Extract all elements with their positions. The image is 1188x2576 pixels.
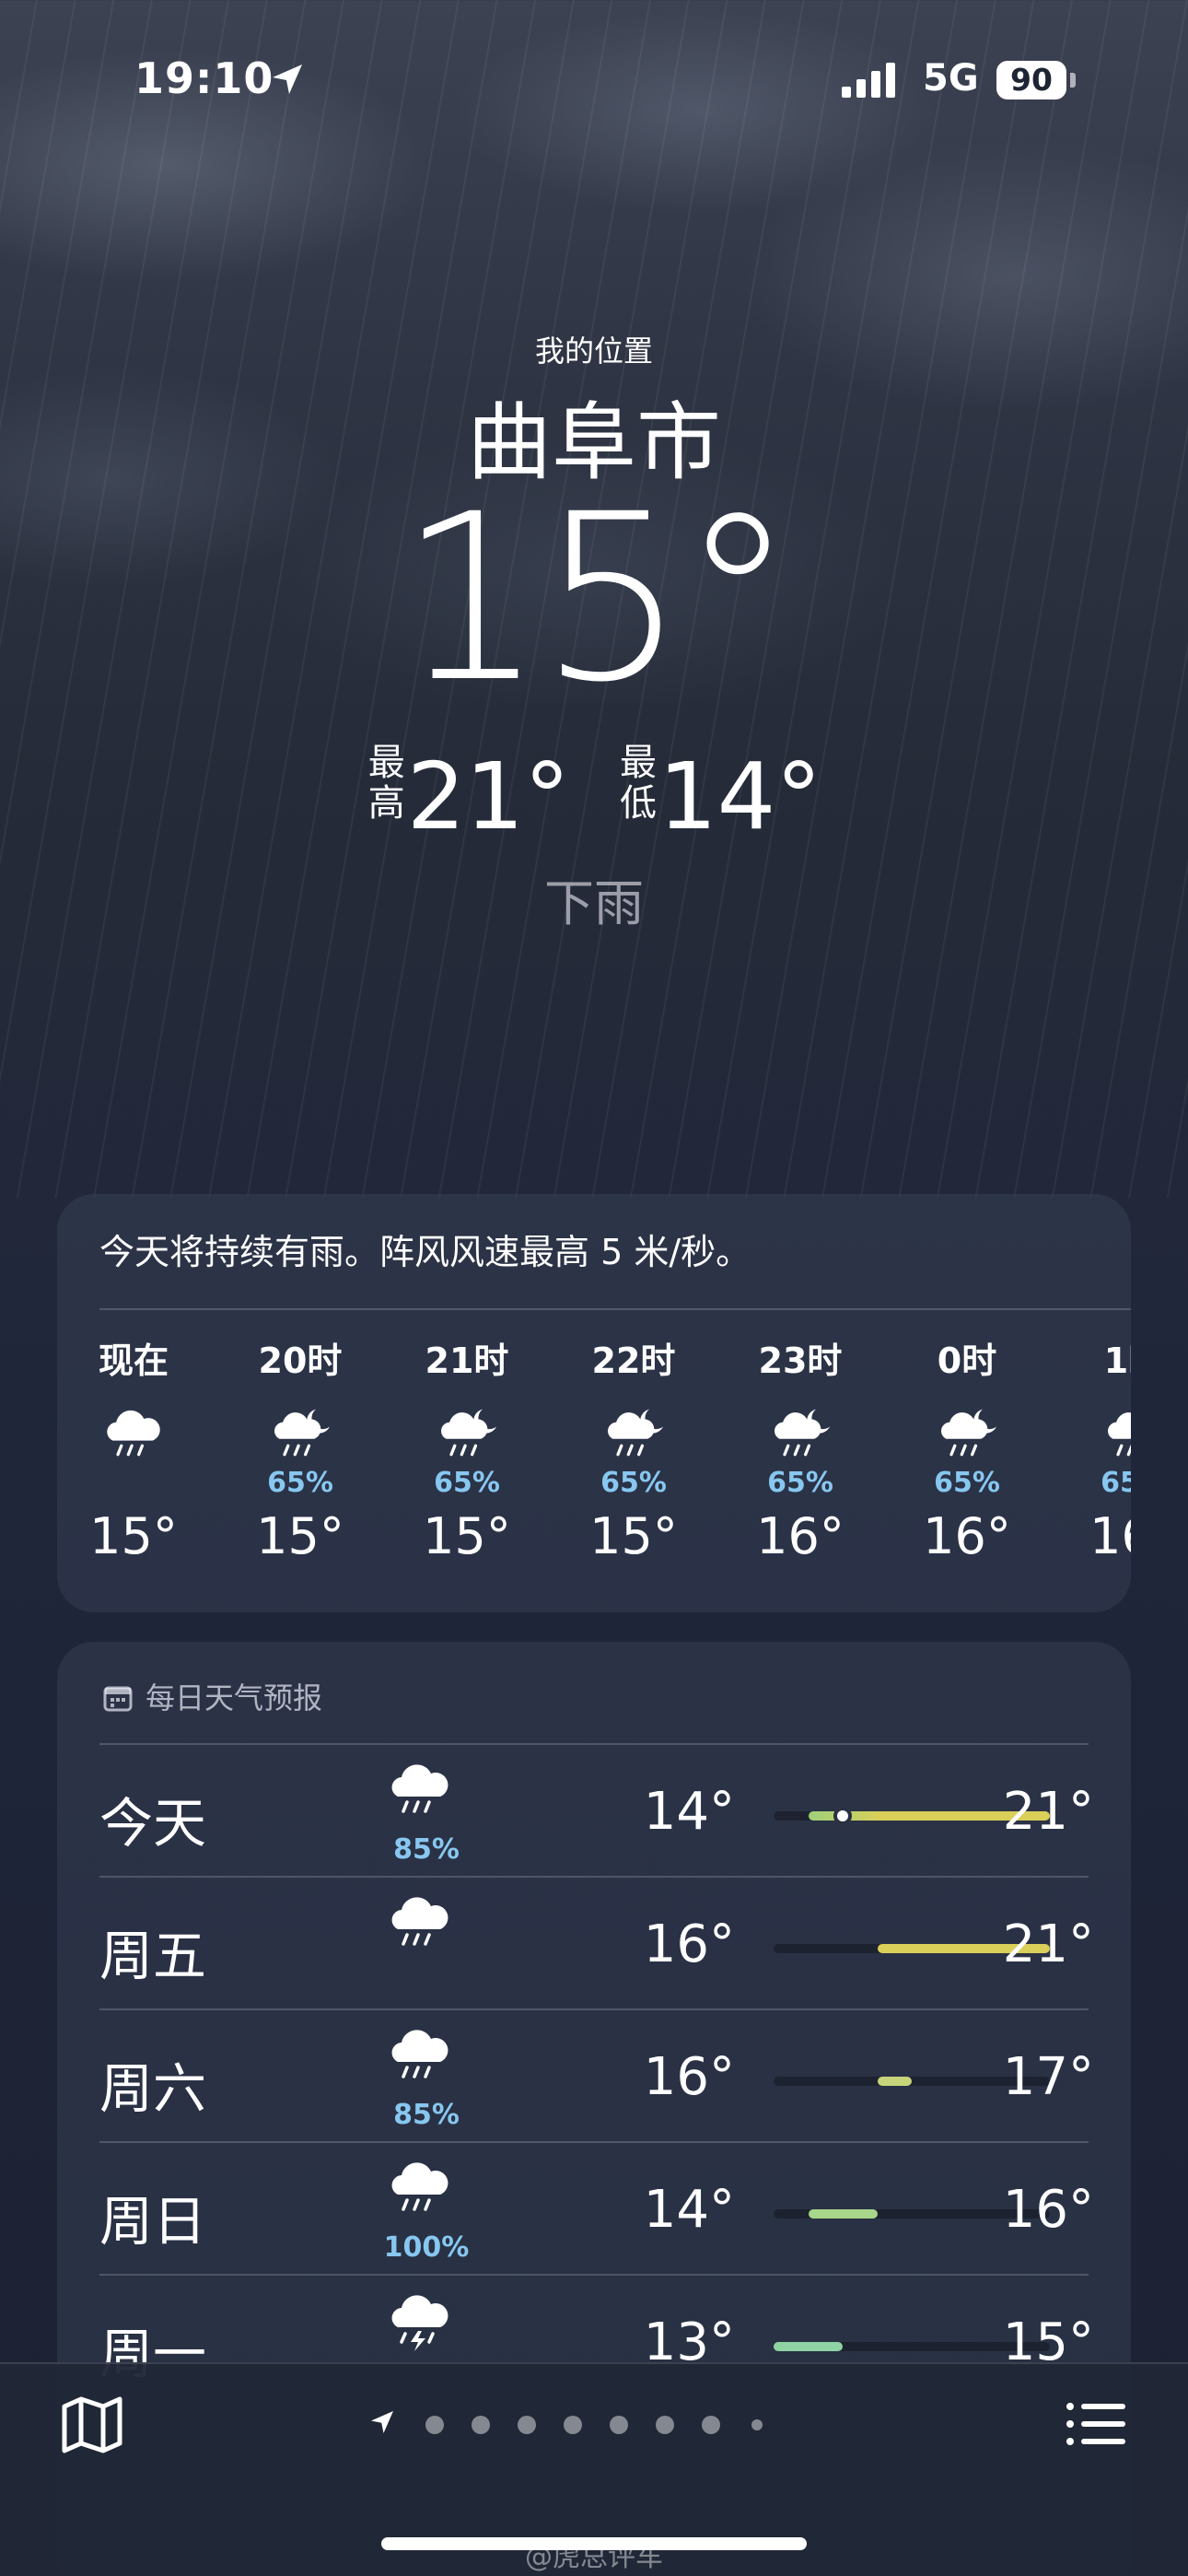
precipitation-chance xyxy=(57,1467,212,1500)
precipitation-chance: 65% xyxy=(934,1467,1000,1499)
hourly-item: 23时 65% 16° xyxy=(722,1332,879,1565)
current-temperature-dot xyxy=(833,1807,852,1825)
calendar-icon xyxy=(103,1686,133,1712)
day-low-temperature: 14° xyxy=(643,1782,735,1842)
high-label: 最高 xyxy=(367,742,405,825)
hour-time: 21时 xyxy=(425,1341,509,1381)
cloud-moon-rain-icon xyxy=(389,1404,545,1467)
daily-forecast-title: 每日天气预报 xyxy=(146,1680,323,1715)
hour-temperature: 16° xyxy=(923,1507,1011,1565)
precipitation-chance: 65% xyxy=(767,1467,833,1499)
network-type: 5G xyxy=(923,57,979,100)
low-temperature: 14° xyxy=(658,743,822,850)
list-icon[interactable] xyxy=(1065,2394,1127,2454)
page-dot[interactable] xyxy=(518,2416,536,2434)
cloud-rain-icon xyxy=(383,2156,472,2230)
day-high-temperature: 17° xyxy=(1002,2047,1094,2107)
cellular-signal-icon xyxy=(842,63,895,98)
cloud-moon-rain-icon xyxy=(722,1404,879,1467)
low-label: 最低 xyxy=(620,742,657,825)
hour-temperature: 15° xyxy=(89,1507,178,1565)
cloud-rain-icon xyxy=(57,1404,212,1467)
location-page-icon[interactable] xyxy=(368,2408,396,2436)
battery-tip xyxy=(1070,73,1076,88)
hour-temperature: 15° xyxy=(589,1507,678,1565)
day-name: 周五 xyxy=(99,1925,207,1987)
day-low-temperature: 14° xyxy=(643,2180,735,2240)
precipitation-chance: 100% xyxy=(383,2231,470,2264)
hour-time: 0时 xyxy=(937,1341,997,1381)
precipitation-chance: 65% xyxy=(1101,1467,1131,1499)
page-dot[interactable] xyxy=(751,2419,763,2430)
hourly-forecast-card[interactable]: 今天将持续有雨。阵风风速最高 5 米/秒。 现在 15° 20时 65% 15° 21时 6… xyxy=(57,1194,1131,1612)
cloud-moon-rain-icon xyxy=(555,1404,712,1467)
temperature-range-bar xyxy=(877,2077,912,2086)
hour-temperature: 16° xyxy=(1089,1507,1131,1565)
precipitation-chance: 85% xyxy=(393,1833,460,1866)
page-dot[interactable] xyxy=(702,2416,720,2434)
day-name: 今天 xyxy=(99,1792,207,1855)
cloud-moon-rain-icon xyxy=(222,1404,379,1467)
hour-temperature: 15° xyxy=(256,1507,344,1565)
card-divider xyxy=(99,1308,1131,1310)
day-low-temperature: 16° xyxy=(643,2047,735,2107)
battery-icon: 90 xyxy=(996,61,1066,100)
page-dot[interactable] xyxy=(656,2416,674,2434)
day-high-temperature: 21° xyxy=(1002,1914,1094,1974)
home-indicator[interactable] xyxy=(381,2537,807,2550)
cloud-bolt-rain-icon xyxy=(383,2289,472,2362)
hourly-item: 现在 15° xyxy=(57,1332,212,1565)
high-temperature: 21° xyxy=(406,743,570,850)
day-low-temperature: 16° xyxy=(643,1914,735,1974)
hour-time: 20时 xyxy=(258,1341,343,1381)
day-high-temperature: 16° xyxy=(1002,2180,1094,2240)
page-dot[interactable] xyxy=(564,2416,582,2434)
current-temperature: 15° xyxy=(398,464,795,732)
daily-row[interactable]: 周六 85% 16° 17° xyxy=(99,2010,1094,2143)
daily-row[interactable]: 周五 16° 21° xyxy=(99,1878,1094,2010)
forecast-summary: 今天将持续有雨。阵风风速最高 5 米/秒。 xyxy=(99,1232,751,1272)
cloud-rain-icon xyxy=(383,2023,472,2097)
hourly-item: 21时 65% 15° xyxy=(389,1332,545,1565)
map-icon[interactable] xyxy=(59,2394,125,2454)
hourly-item: 22时 65% 15° xyxy=(555,1332,712,1565)
location-arrow-icon xyxy=(273,64,302,94)
hour-time: 22时 xyxy=(591,1341,676,1381)
hourly-item: 20时 65% 15° xyxy=(222,1332,379,1565)
page-dot[interactable] xyxy=(472,2416,490,2434)
precipitation-chance: 65% xyxy=(267,1467,333,1499)
cloud-moon-rain-icon xyxy=(889,1404,1045,1467)
weather-condition: 下雨 xyxy=(544,874,644,932)
precipitation-chance: 65% xyxy=(434,1467,500,1499)
precipitation-chance: 85% xyxy=(393,2099,460,2131)
cloud-rain-icon xyxy=(383,1758,472,1832)
precipitation-chance: 65% xyxy=(600,1467,667,1499)
cloud-rain-icon xyxy=(383,1891,472,1964)
hourly-item: 1时 65% 16° xyxy=(1055,1332,1131,1565)
hour-time: 23时 xyxy=(758,1341,843,1381)
page-dot[interactable] xyxy=(610,2416,628,2434)
status-time: 19:10 xyxy=(134,53,274,103)
day-high-temperature: 21° xyxy=(1002,1782,1094,1842)
daily-row[interactable]: 今天 85% 14° 21° xyxy=(99,1745,1094,1878)
temperature-range-bar xyxy=(774,2342,843,2351)
location-label: 我的位置 xyxy=(534,334,653,369)
page-dot[interactable] xyxy=(425,2416,444,2434)
cloud-moon-rain-icon xyxy=(1055,1404,1131,1467)
hourly-item: 0时 65% 16° xyxy=(889,1332,1045,1565)
hour-temperature: 15° xyxy=(423,1507,511,1565)
hour-time: 1时 xyxy=(1103,1341,1131,1381)
day-name: 周六 xyxy=(99,2057,207,2120)
daily-row[interactable]: 周日 100% 14° 16° xyxy=(99,2143,1094,2276)
hour-temperature: 16° xyxy=(756,1507,844,1565)
daily-forecast-header: 每日天气预报 xyxy=(103,1675,322,1717)
temperature-range-bar xyxy=(808,2209,878,2219)
hour-time: 现在 xyxy=(98,1341,169,1381)
high-low: 最高21° 最低14° xyxy=(0,743,1188,854)
day-name: 周日 xyxy=(99,2190,207,2253)
page-indicator[interactable] xyxy=(368,2405,820,2441)
